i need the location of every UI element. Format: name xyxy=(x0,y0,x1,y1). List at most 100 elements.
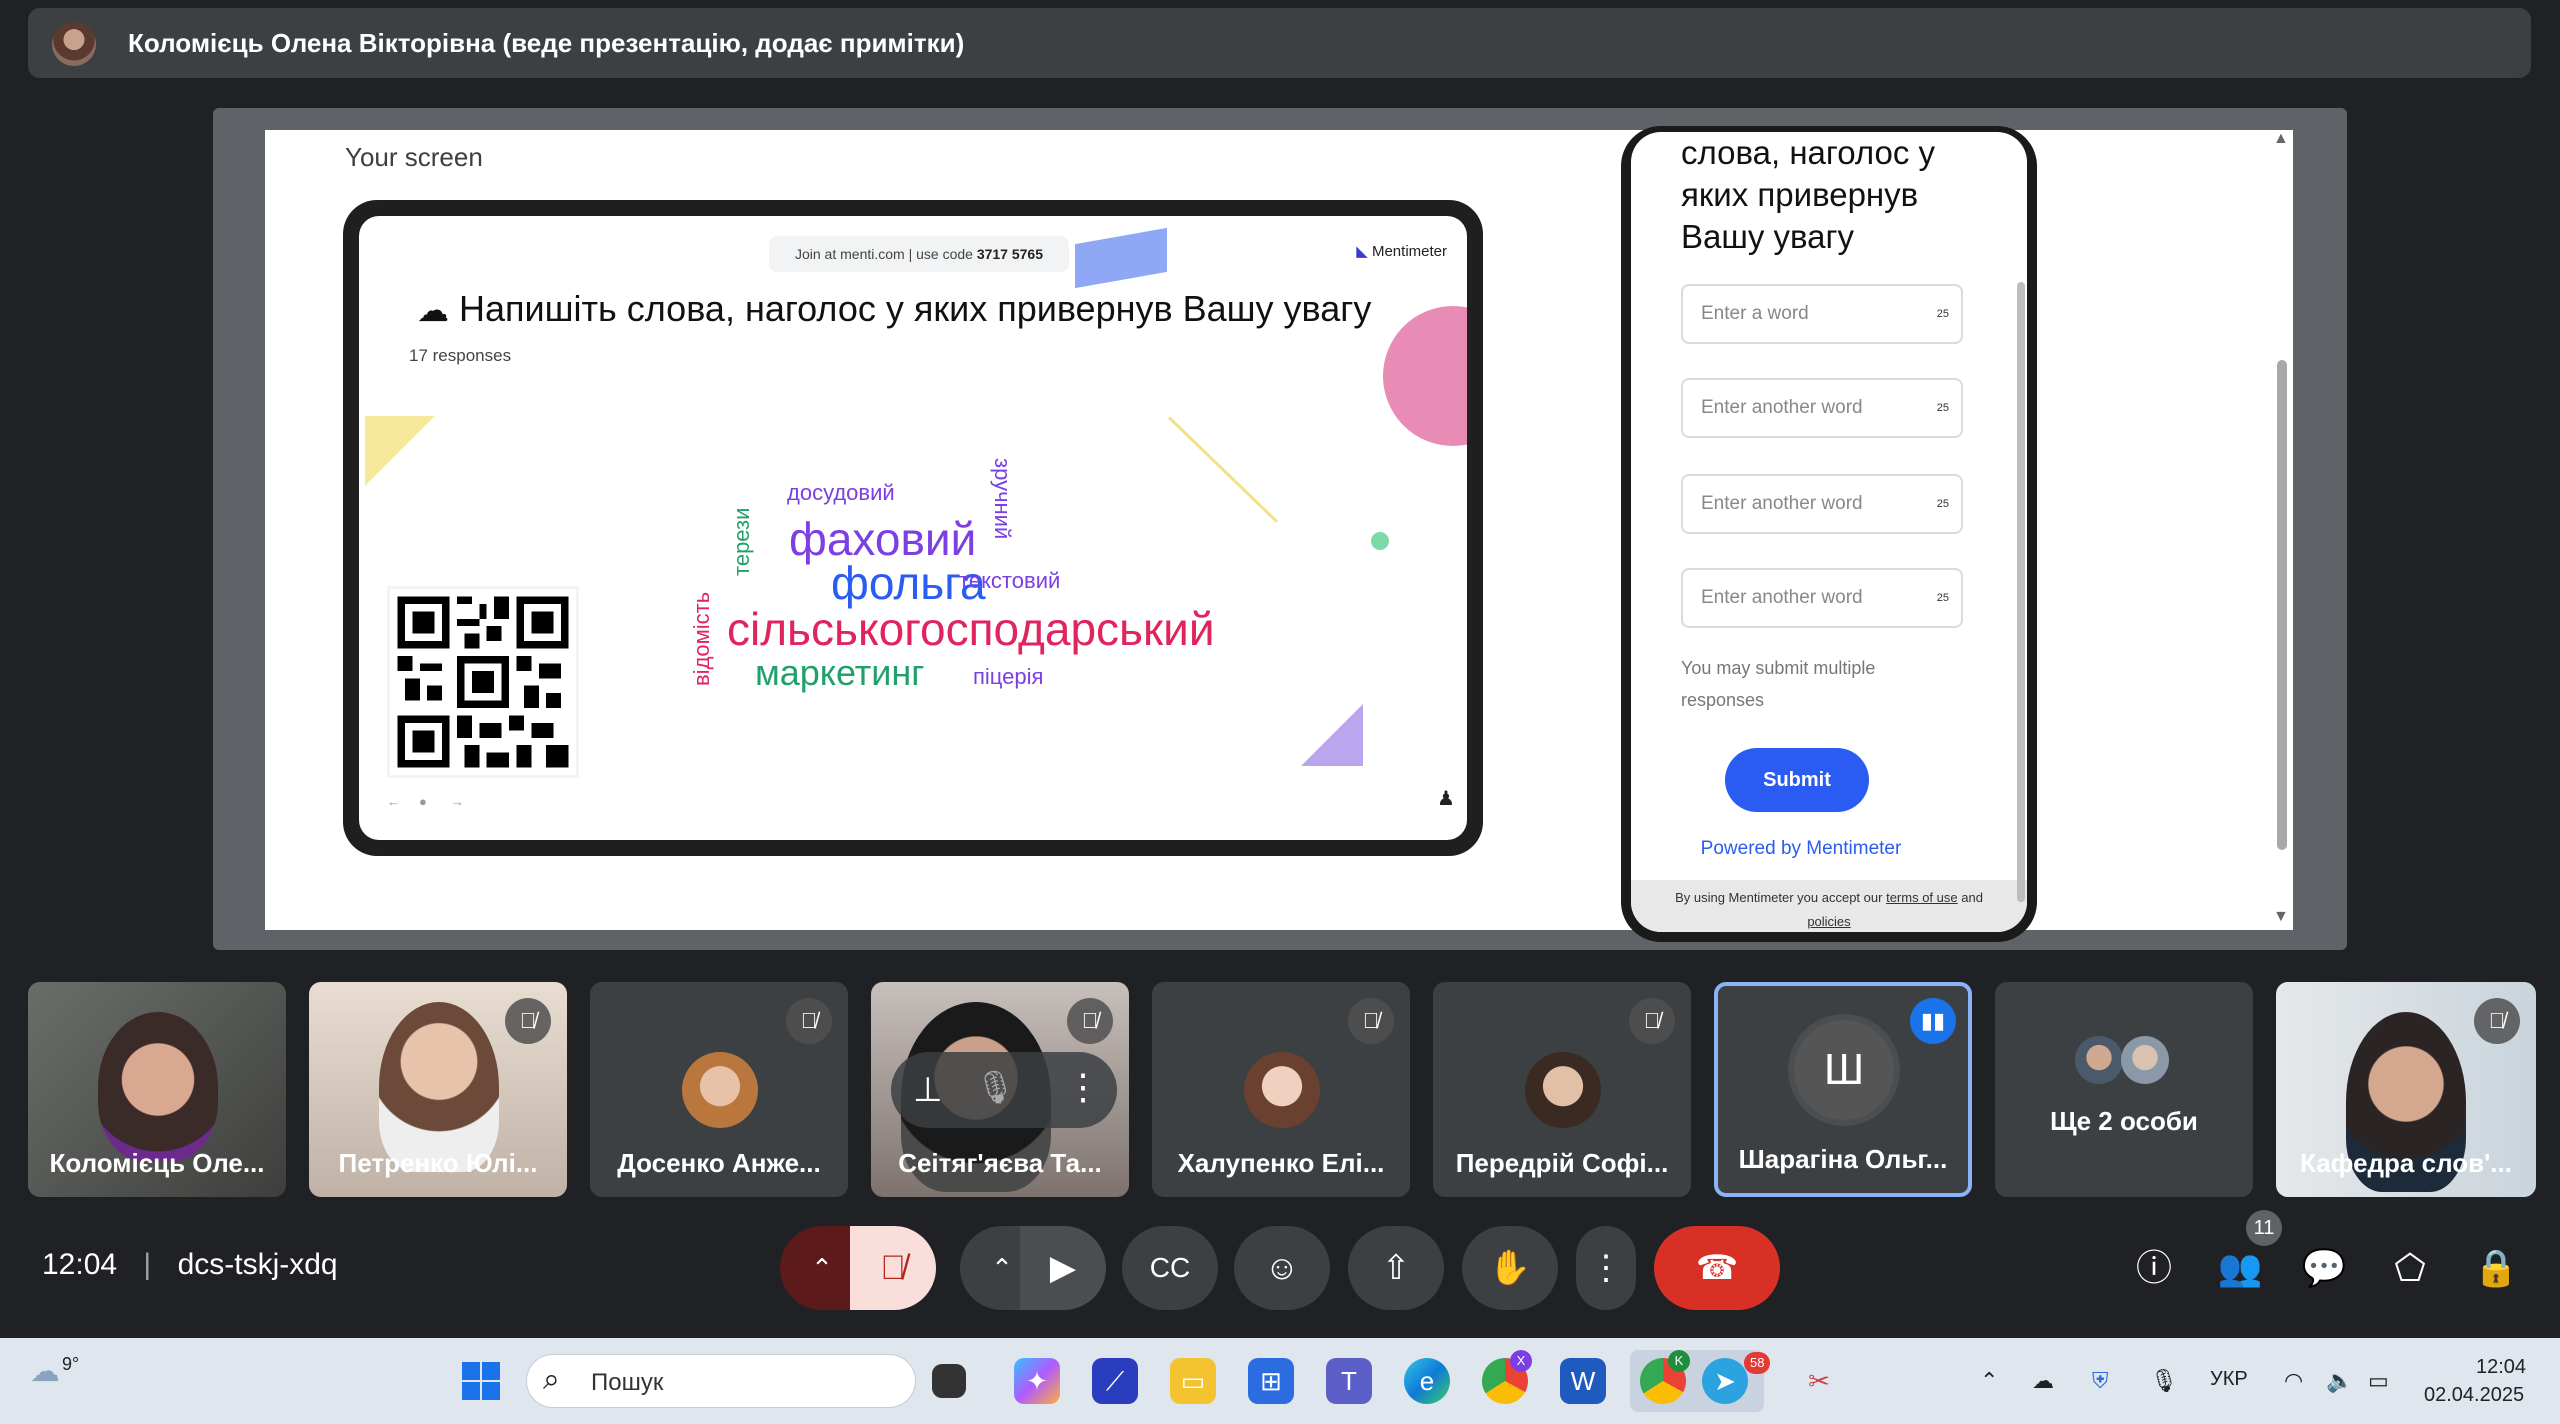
location-icon[interactable]: ● xyxy=(419,794,427,809)
phone-scrollbar[interactable] xyxy=(2017,282,2025,902)
more-participants-label: Ще 2 особи xyxy=(2050,1106,2198,1136)
participant-name: Сеітяг'яєва Та... xyxy=(898,1148,1102,1178)
word-input-2[interactable]: Enter another word 25 xyxy=(1681,378,1963,438)
participant-name: Петренко Юлі... xyxy=(338,1148,538,1178)
participant-avatar xyxy=(682,1052,758,1128)
phone-question: слова, наголос у яких привернув Вашу ува… xyxy=(1681,134,1935,255)
phone-footer: By using Mentimeter you accept our terms… xyxy=(1631,880,2027,932)
mic-toggle-button[interactable]: 🎙̸ xyxy=(850,1226,936,1310)
battery-icon[interactable]: ▭ xyxy=(2368,1368,2389,1394)
clock-time[interactable]: 12:04 xyxy=(2476,1356,2526,1379)
taskbar-search[interactable]: ⌕ Пошук xyxy=(526,1354,916,1408)
more-options-button[interactable]: ⋮ xyxy=(1576,1226,1636,1310)
submit-button[interactable]: Submit xyxy=(1725,748,1869,812)
word-input-4[interactable]: Enter another word 25 xyxy=(1681,568,1963,628)
camera-toggle-button[interactable]: ▶ xyxy=(1020,1226,1106,1310)
participant-tile[interactable]: 🎙̸ Петренко Юлі... xyxy=(309,982,567,1197)
muted-mic-icon: 🎙̸ xyxy=(1629,998,1675,1044)
footer-and: and xyxy=(1961,890,1983,905)
word-cloud-item: зручний xyxy=(990,458,1015,540)
muted-mic-icon: 🎙̸ xyxy=(505,998,551,1044)
chrome-profile-badge: X xyxy=(1510,1350,1532,1372)
edge-icon[interactable]: e xyxy=(1404,1358,1450,1404)
participant-tile[interactable]: 🎙̸ Халупенко Елі... xyxy=(1152,982,1410,1197)
join-code-box: Join at menti.com | use code 3717 5765 xyxy=(769,236,1069,272)
microsoft-store-icon[interactable]: ⊞ xyxy=(1248,1358,1294,1404)
host-controls-icon[interactable]: 🔒 xyxy=(2468,1240,2524,1296)
scroll-up-arrow-icon[interactable]: ▲ xyxy=(2273,130,2289,148)
powered-by-link[interactable]: Powered by Mentimeter xyxy=(1631,838,1971,860)
clock-date[interactable]: 02.04.2025 xyxy=(2424,1384,2524,1407)
snipping-tool-icon[interactable]: ✂ xyxy=(1796,1358,1842,1404)
onedrive-icon[interactable]: ☁ xyxy=(2032,1368,2054,1394)
participant-tile[interactable]: 🎙̸ Кафедра слов'... xyxy=(2276,982,2536,1197)
back-arrow-icon[interactable]: ← xyxy=(387,794,400,809)
file-explorer-icon[interactable]: ▭ xyxy=(1170,1358,1216,1404)
yellow-line xyxy=(1167,416,1278,523)
phone-screen: слова, наголос у яких привернув Вашу ува… xyxy=(1631,132,2027,932)
muted-mic-icon: 🎙̸ xyxy=(2474,998,2520,1044)
participant-name: Передрій Софі... xyxy=(1455,1148,1669,1178)
footer-text: By using Mentimeter you accept our xyxy=(1675,890,1883,905)
more-options-icon[interactable]: ⋮ xyxy=(1065,1066,1101,1108)
participant-tile-active[interactable]: Ш ▮▮ Шарагіна Ольг... xyxy=(1714,982,1972,1197)
windows-start-icon[interactable] xyxy=(458,1358,504,1404)
participant-tile[interactable]: 🎙̸ Досенко Анже... xyxy=(590,982,848,1197)
avatar xyxy=(2121,1036,2169,1084)
chat-icon[interactable]: 💬 xyxy=(2296,1240,2352,1296)
people-count-badge: 11 xyxy=(2246,1210,2282,1246)
meeting-info: 12:04 | dcs-tskj-xdq xyxy=(42,1248,338,1282)
terms-link[interactable]: terms of use xyxy=(1886,890,1958,905)
leave-call-button[interactable]: ☎ xyxy=(1654,1226,1780,1310)
participant-video xyxy=(98,1012,218,1162)
main-scrollbar[interactable] xyxy=(2277,360,2287,850)
activities-icon[interactable]: ⬠ xyxy=(2382,1240,2438,1296)
forward-arrow-icon[interactable]: → xyxy=(451,794,464,809)
search-placeholder: Пошук xyxy=(591,1369,664,1396)
scroll-down-arrow-icon[interactable]: ▼ xyxy=(2273,908,2289,926)
join-code: 3717 5765 xyxy=(976,246,1044,262)
editor-app-icon[interactable]: ⟋ xyxy=(1092,1358,1138,1404)
participant-tile[interactable]: ⊥ 🎙 ⋮ 🎙̸ Сеітяг'яєва Та... xyxy=(871,982,1129,1197)
word-cloud-item: піцерія xyxy=(973,664,1044,689)
volume-icon[interactable]: 🔈 xyxy=(2326,1368,2353,1394)
response-count: 17 responses xyxy=(409,346,512,365)
participant-name: Коломієць Оле... xyxy=(49,1148,265,1178)
policies-link[interactable]: policies xyxy=(1807,914,1850,929)
word-icon[interactable]: W xyxy=(1560,1358,1606,1404)
slide-title-text: Напишіть слова, наголос у яких привернув… xyxy=(459,288,1372,329)
microphone-icon[interactable]: 🎙 xyxy=(2150,1368,2178,1394)
qr-code-image xyxy=(390,589,576,775)
participant-video xyxy=(379,1002,499,1172)
join-text: Join at menti.com | use code xyxy=(794,246,973,262)
present-screen-button[interactable]: ⇧ xyxy=(1348,1226,1444,1310)
teams-icon[interactable]: T xyxy=(1326,1358,1372,1404)
language-indicator[interactable]: УКР xyxy=(2210,1368,2248,1391)
participant-tile[interactable]: 🎙̸ Передрій Софі... xyxy=(1433,982,1691,1197)
captions-button[interactable]: CC xyxy=(1122,1226,1218,1310)
wifi-icon[interactable]: ◠ xyxy=(2284,1368,2303,1394)
windows-taskbar: ☁ 9° ⌕ Пошук ✦ ⟋ ▭ ⊞ T e X W K ➤ 58 ✂ ⌃ … xyxy=(0,1338,2560,1424)
presenter-banner: Коломієць Олена Вікторівна (веде презент… xyxy=(28,8,2531,78)
weather-icon[interactable]: ☁ xyxy=(30,1354,60,1389)
pin-icon[interactable]: ⊥ xyxy=(913,1070,943,1110)
task-view-icon[interactable] xyxy=(932,1364,966,1398)
defender-icon[interactable]: ⛨ xyxy=(2092,1368,2109,1394)
participant-avatar xyxy=(1244,1052,1320,1128)
participant-name: Досенко Анже... xyxy=(617,1148,821,1178)
show-hidden-icons[interactable]: ⌃ xyxy=(1980,1368,1998,1394)
more-participants-tile[interactable]: Ще 2 особи xyxy=(1995,982,2253,1197)
word-input-1[interactable]: Enter a word 25 xyxy=(1681,284,1963,344)
mute-participant-icon[interactable]: 🎙 xyxy=(975,1068,1016,1106)
copilot-icon[interactable]: ✦ xyxy=(1014,1358,1060,1404)
meeting-info-icon[interactable]: ⓘ xyxy=(2126,1240,2182,1296)
raise-hand-button[interactable]: ✋ xyxy=(1462,1226,1558,1310)
word-input-3[interactable]: Enter another word 25 xyxy=(1681,474,1963,534)
emoji-button[interactable]: ☺ xyxy=(1234,1226,1330,1310)
participant-tile[interactable]: Коломієць Оле... xyxy=(28,982,286,1197)
people-icon[interactable]: 👥 xyxy=(2212,1240,2268,1296)
participant-avatar xyxy=(1525,1052,1601,1128)
telegram-icon[interactable]: ➤ xyxy=(1702,1358,1748,1404)
cloud-icon: ☁ xyxy=(417,292,449,328)
char-count: 25 xyxy=(1936,592,1949,604)
